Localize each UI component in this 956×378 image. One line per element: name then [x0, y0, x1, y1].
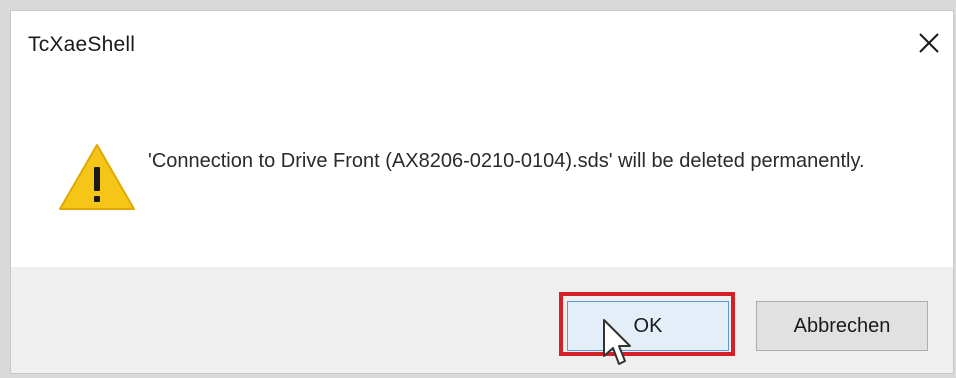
dialog-message: 'Connection to Drive Front (AX8206-0210-…: [148, 150, 865, 172]
close-icon: [919, 33, 939, 53]
ok-button[interactable]: OK: [567, 301, 729, 351]
close-button[interactable]: [905, 11, 953, 75]
warning-icon: [59, 144, 135, 210]
dialog-title: TcXaeShell: [28, 33, 136, 56]
message-dialog: TcXaeShell 'Connection to Drive Front (A…: [10, 10, 954, 374]
dialog-content: 'Connection to Drive Front (AX8206-0210-…: [11, 77, 953, 267]
button-bar: OK Abbrechen: [11, 267, 953, 373]
title-bar: TcXaeShell: [11, 11, 953, 77]
cancel-button[interactable]: Abbrechen: [756, 301, 928, 351]
